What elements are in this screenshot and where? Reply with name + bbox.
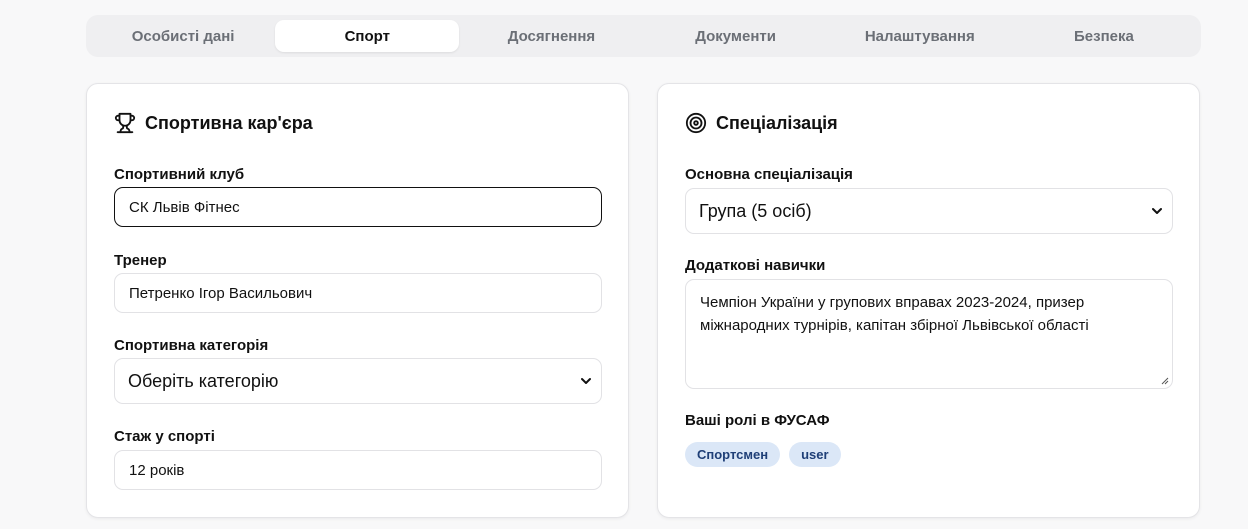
tab-documents[interactable]: Документи xyxy=(644,20,828,52)
tab-security[interactable]: Безпека xyxy=(1012,20,1196,52)
trophy-icon xyxy=(114,112,136,134)
skills-text: Чемпіон України у групових вправах 2023-… xyxy=(700,294,1089,334)
category-select-value: Оберіть категорію xyxy=(128,370,279,391)
main-specialization-label: Основна спеціалізація xyxy=(685,166,853,183)
main-specialization-value: Група (5 осіб) xyxy=(699,200,812,221)
chevron-down-icon xyxy=(1152,208,1162,214)
role-badge: user xyxy=(789,442,841,467)
tab-sport[interactable]: Спорт xyxy=(275,20,460,52)
specialization-title-text: Спеціалізація xyxy=(716,112,838,133)
coach-label: Тренер xyxy=(114,252,167,269)
target-icon xyxy=(685,112,707,134)
skills-label: Додаткові навички xyxy=(685,257,826,274)
coach-input[interactable]: Петренко Ігор Васильович xyxy=(114,273,602,313)
roles-label: Ваші ролі в ФУСАФ xyxy=(685,412,830,429)
category-select[interactable]: Оберіть категорію xyxy=(114,358,602,404)
card-title-career: Спортивна кар'єра xyxy=(114,112,313,134)
main-specialization-select[interactable]: Група (5 осіб) xyxy=(685,188,1173,234)
resize-handle-icon[interactable] xyxy=(1160,376,1169,385)
card-title-specialization: Спеціалізація xyxy=(685,112,838,134)
specialization-card: Спеціалізація Основна спеціалізація Груп… xyxy=(657,83,1200,518)
roles-list: Спортсмен user xyxy=(685,442,841,467)
career-title-text: Спортивна кар'єра xyxy=(145,112,313,133)
category-label: Спортивна категорія xyxy=(114,337,269,354)
role-badge: Спортсмен xyxy=(685,442,781,467)
skills-textarea[interactable]: Чемпіон України у групових вправах 2023-… xyxy=(685,279,1173,389)
chevron-down-icon xyxy=(581,378,591,384)
experience-input[interactable]: 12 років xyxy=(114,450,602,490)
sport-career-card: Спортивна кар'єра Спортивний клуб СК Льв… xyxy=(86,83,629,518)
club-label: Спортивний клуб xyxy=(114,166,245,183)
section-tabs: Особисті дані Спорт Досягнення Документи… xyxy=(86,15,1201,57)
tab-achievements[interactable]: Досягнення xyxy=(459,20,643,52)
club-input[interactable]: СК Львів Фітнес xyxy=(114,187,602,227)
tab-personal-data[interactable]: Особисті дані xyxy=(91,20,275,52)
tab-settings[interactable]: Налаштування xyxy=(828,20,1012,52)
experience-label: Стаж у спорті xyxy=(114,428,215,445)
